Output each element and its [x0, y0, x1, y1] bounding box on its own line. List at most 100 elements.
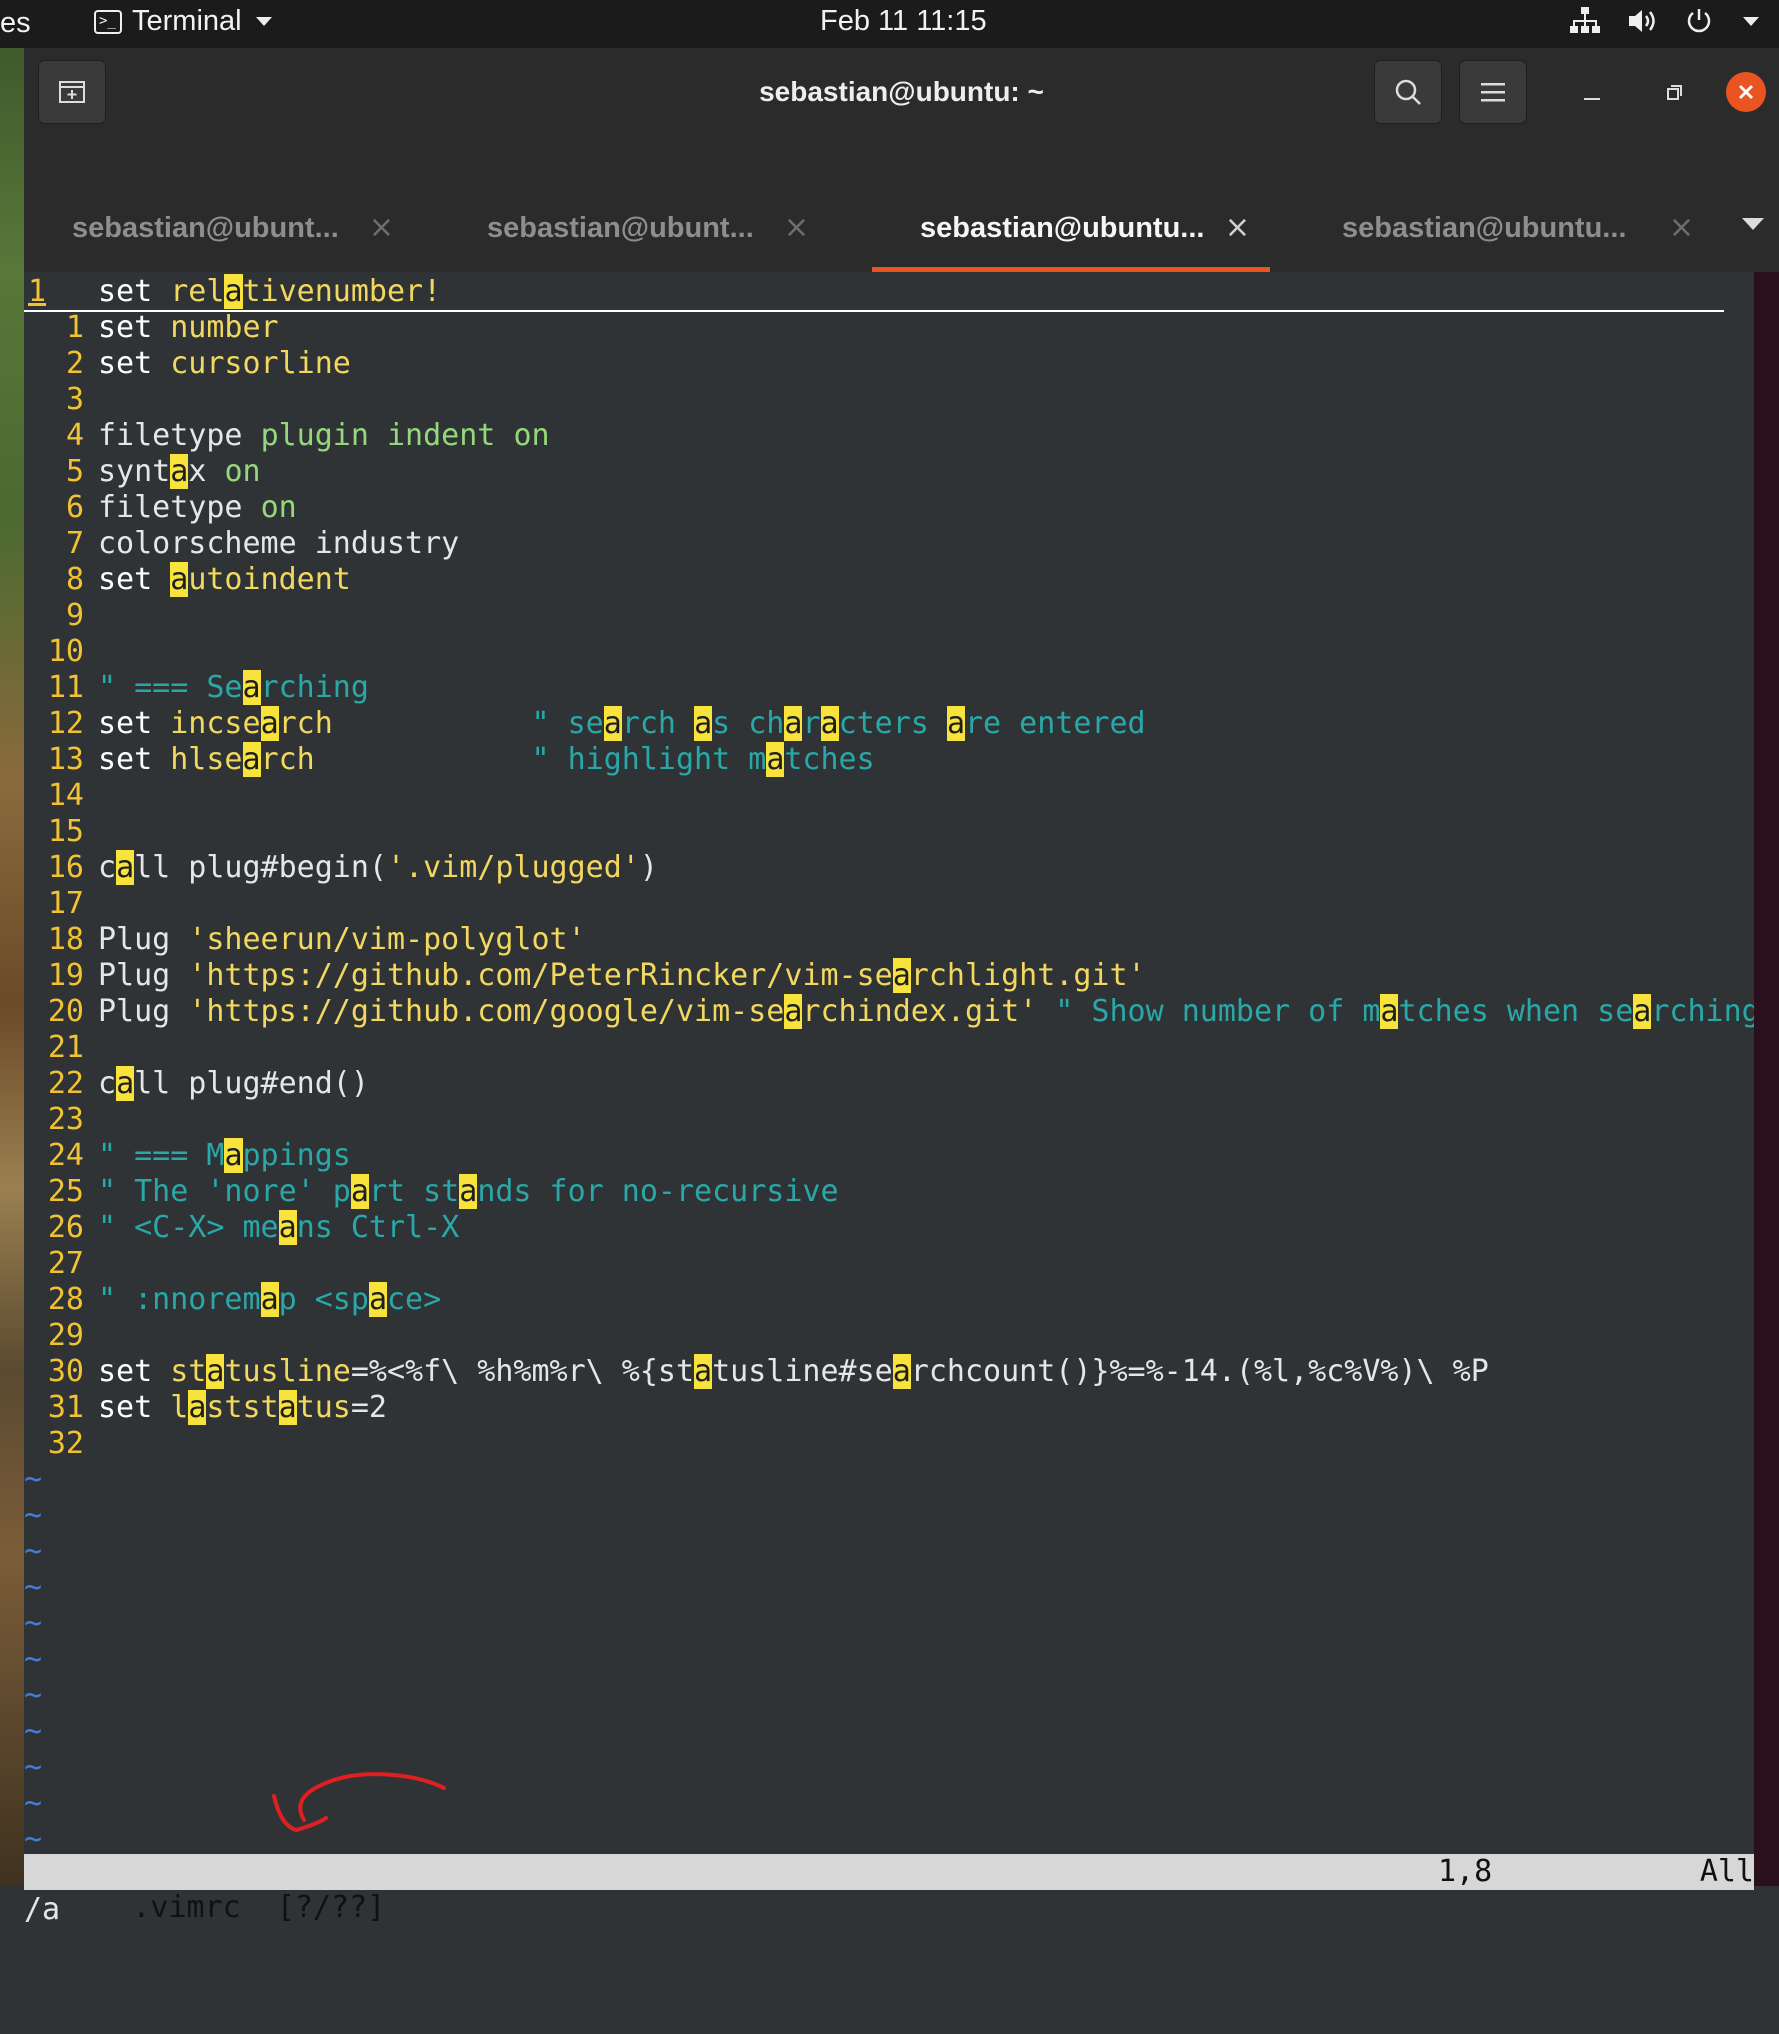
clock[interactable]: Feb 11 11:15	[820, 5, 987, 38]
tab-close-icon[interactable]: ×	[1225, 210, 1250, 245]
minimize-button[interactable]	[1577, 78, 1607, 108]
tab-close-icon[interactable]: ×	[1669, 210, 1694, 245]
network-icon[interactable]	[1569, 6, 1601, 36]
line-text: set relativenumber!	[98, 274, 442, 309]
code-line[interactable]: 4 filetype plugin indent on	[24, 418, 550, 454]
tab-label: sebastian@ubunt...	[72, 212, 339, 244]
system-tray[interactable]	[1569, 6, 1759, 36]
code-line[interactable]: 22 call plug#end()	[24, 1066, 369, 1102]
code-line[interactable]: 17	[24, 886, 84, 922]
code-line[interactable]: 2 set cursorline	[24, 346, 351, 382]
tab-1[interactable]: sebastian@ubunt... ×	[24, 140, 414, 272]
tilde-marker: ~	[24, 1750, 43, 1785]
tab-close-icon[interactable]: ×	[784, 210, 809, 245]
close-button[interactable]	[1726, 72, 1766, 112]
line-number: 8	[65, 562, 84, 597]
code-line[interactable]: 12 set incsearch " search as characters a…	[24, 706, 1146, 742]
line-number: 24	[47, 1138, 84, 1173]
line-text: " :nnoremap <space>	[98, 1282, 442, 1317]
code-line[interactable]: 31 set laststatus=2	[24, 1390, 387, 1426]
tab-bar: sebastian@ubunt... × sebastian@ubunt... …	[24, 140, 1779, 272]
code-line[interactable]: 21	[24, 1030, 84, 1066]
line-number: 7	[65, 526, 84, 561]
code-line[interactable]: 6 filetype on	[24, 490, 297, 526]
line-number: 16	[47, 850, 84, 885]
line-text: set cursorline	[98, 346, 351, 381]
line-number: 17	[47, 886, 84, 921]
line-number: 15	[47, 814, 84, 849]
code-line[interactable]: 7 colorscheme industry	[24, 526, 459, 562]
vim-statusline: .vimrc [?/??] 1,8 All	[24, 1854, 1754, 1925]
line-text: set number	[98, 310, 279, 345]
code-line[interactable]: 20 Plug 'https://github.com/google/vim-se…	[24, 994, 1760, 1030]
cursor-line[interactable]: 1 set relativenumber!	[24, 274, 1724, 312]
new-tab-button[interactable]	[38, 60, 106, 124]
line-number: 10	[47, 634, 84, 669]
code-line[interactable]: 10	[24, 634, 84, 670]
code-line[interactable]: 29	[24, 1318, 84, 1354]
line-text: filetype on	[98, 490, 297, 525]
code-line[interactable]: 26 " <C-X> means Ctrl-X	[24, 1210, 459, 1246]
code-line[interactable]: 13 set hlsearch " highlight matches	[24, 742, 875, 778]
restore-icon	[1667, 85, 1682, 100]
tab-list-chevron-icon[interactable]	[1742, 218, 1764, 230]
vim-editor[interactable]: 1 set relativenumber! 1 set number 2 set curs…	[24, 272, 1760, 1927]
code-line[interactable]: 23	[24, 1102, 84, 1138]
code-line[interactable]: 28 " :nnoremap <space>	[24, 1282, 441, 1318]
tab-close-icon[interactable]: ×	[369, 210, 394, 245]
code-line[interactable]: 25 " The 'nore' part stands for no-recurs…	[24, 1174, 839, 1210]
line-text: colorscheme industry	[98, 526, 460, 561]
tab-2[interactable]: sebastian@ubunt... ×	[439, 140, 829, 272]
code-line[interactable]: 9	[24, 598, 84, 634]
volume-icon[interactable]	[1627, 7, 1659, 35]
code-line[interactable]: 19 Plug 'https://github.com/PeterRincker/…	[24, 958, 1146, 994]
tab-4[interactable]: sebastian@ubuntu... ×	[1294, 140, 1714, 272]
line-number: 1	[65, 310, 84, 345]
code-line[interactable]: 8 set autoindent	[24, 562, 351, 598]
statusline-percent: All	[1699, 1854, 1754, 1889]
tab-3-active[interactable]: sebastian@ubuntu... ×	[872, 140, 1270, 272]
tilde-marker: ~	[24, 1642, 43, 1677]
line-number: 9	[65, 598, 84, 633]
code-line[interactable]: 16 call plug#begin('.vim/plugged')	[24, 850, 658, 886]
code-line[interactable]: 27	[24, 1246, 84, 1282]
code-line[interactable]: 30 set statusline=%<%f\ %h%m%r\ %{statusl…	[24, 1354, 1489, 1390]
code-line[interactable]: 32	[24, 1426, 84, 1462]
line-number: 1	[28, 274, 47, 309]
line-number: 5	[65, 454, 84, 489]
activities-button[interactable]: es	[0, 7, 31, 40]
code-line[interactable]: 1 set number	[24, 310, 279, 346]
line-text: " === Searching	[98, 670, 369, 705]
code-line[interactable]: 11 " === Searching	[24, 670, 369, 706]
line-text: set incsearch " search as characters are…	[98, 706, 1146, 741]
close-icon	[1739, 85, 1753, 99]
system-menu-chevron-icon[interactable]	[1743, 16, 1759, 26]
code-line[interactable]: 15	[24, 814, 84, 850]
code-line[interactable]: 14	[24, 778, 84, 814]
terminal-side-margin	[1754, 272, 1779, 1886]
header-bar: sebastian@ubuntu: ~	[24, 48, 1779, 140]
line-number: 19	[47, 958, 84, 993]
line-text: set autoindent	[98, 562, 351, 597]
app-menu[interactable]: >_ Terminal	[94, 5, 272, 38]
maximize-button[interactable]	[1659, 78, 1689, 108]
code-line[interactable]: 3	[24, 382, 84, 418]
line-number: 32	[47, 1426, 84, 1461]
line-text: call plug#begin('.vim/plugged')	[98, 850, 658, 885]
line-number: 4	[65, 418, 84, 453]
chevron-down-icon	[255, 17, 272, 26]
line-number: 2	[65, 346, 84, 381]
line-number: 25	[47, 1174, 84, 1209]
code-line[interactable]: 24 " === Mappings	[24, 1138, 351, 1174]
code-line[interactable]: 18 Plug 'sheerun/vim-polyglot'	[24, 922, 586, 958]
menu-button[interactable]	[1459, 60, 1527, 124]
line-text: Plug 'https://github.com/google/vim-sear…	[98, 994, 1760, 1029]
line-number: 11	[47, 670, 84, 705]
vim-command-line[interactable]: /a	[24, 1892, 60, 1928]
line-number: 18	[47, 922, 84, 957]
line-number: 30	[47, 1354, 84, 1389]
power-icon[interactable]	[1685, 7, 1713, 35]
search-button[interactable]	[1374, 60, 1442, 124]
code-line[interactable]: 5 syntax on	[24, 454, 261, 490]
tilde-marker: ~	[24, 1534, 43, 1569]
